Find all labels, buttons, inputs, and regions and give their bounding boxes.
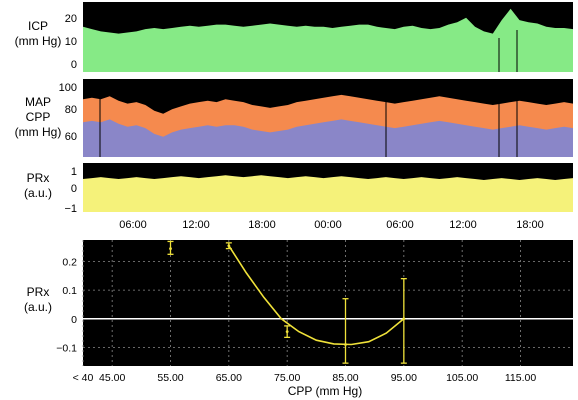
time-xtick: 18:00 xyxy=(248,219,276,231)
data-point xyxy=(285,330,289,334)
prx-time-ytick-minus1: −1 xyxy=(64,203,77,215)
prx-time-ylabel-line2: (a.u.) xyxy=(24,186,52,200)
prx-time-ytick-0: 0 xyxy=(71,183,77,195)
icp-ytick-20: 20 xyxy=(65,13,77,25)
map-cpp-ytick-80: 80 xyxy=(65,104,77,116)
data-point xyxy=(402,317,406,321)
map-cpp-ytick-100: 100 xyxy=(59,82,77,94)
prx-cpp-xlabel: CPP (mm Hg) xyxy=(288,384,362,398)
prx-area xyxy=(83,175,573,212)
prx-cpp-panel: < 40 45.00 55.00 65.00 75.00 85.00 95.00 105.00… xyxy=(24,240,573,398)
icp-ylabel-line1: ICP xyxy=(28,19,48,33)
cpp-xtick: 75.00 xyxy=(274,372,300,384)
data-point xyxy=(344,343,347,346)
cpp-xtick: 105.00 xyxy=(446,372,478,384)
cpp-xtick: 115.00 xyxy=(505,372,536,384)
map-cpp-ytick-60: 60 xyxy=(65,131,77,143)
map-cpp-ylabel-line1: MAP xyxy=(25,95,51,109)
prx-cpp-yticks: 0.2 0.1 0 −0.1 xyxy=(56,256,77,354)
cpp-xtick: 45.00 xyxy=(99,372,125,384)
prx-ytick: −0.1 xyxy=(56,342,77,354)
time-xtick: 06:00 xyxy=(386,219,414,231)
cpp-xtick: 85.00 xyxy=(332,372,358,384)
prx-ytick: 0.1 xyxy=(62,285,77,297)
cpp-xtick: < 40 xyxy=(73,372,94,384)
data-point xyxy=(169,247,172,250)
time-xtick: 00:00 xyxy=(314,219,342,231)
cpp-xtick: 95.00 xyxy=(391,372,417,384)
icp-panel: ICP (mm Hg) 20 10 0 xyxy=(15,2,573,73)
prx-ytick: 0 xyxy=(71,314,77,326)
prx-time-ylabel-line1: PRx xyxy=(27,171,50,185)
cpp-xtick: 65.00 xyxy=(216,372,242,384)
time-xtick: 12:00 xyxy=(449,219,477,231)
icp-ytick-0: 0 xyxy=(71,59,77,71)
icp-ylabel-line2: (mm Hg) xyxy=(15,34,62,48)
prx-time-ytick-1: 1 xyxy=(71,166,77,178)
time-xtick: 06:00 xyxy=(119,219,147,231)
data-point xyxy=(227,244,231,248)
prx-cpp-xticks: < 40 45.00 55.00 65.00 75.00 85.00 95.00 105.00… xyxy=(73,372,537,384)
chart-figure: ICP (mm Hg) 20 10 0 MAP CPP (mm Hg) 100 … xyxy=(15,2,573,398)
icp-ytick-10: 10 xyxy=(65,36,77,48)
map-cpp-ylabel-line3: (mm Hg) xyxy=(15,125,62,139)
prx-cpp-ylabel-line2: (a.u.) xyxy=(24,300,52,314)
map-cpp-panel: MAP CPP (mm Hg) 100 80 60 xyxy=(15,79,573,157)
cpp-xtick: 55.00 xyxy=(157,372,183,384)
map-cpp-ylabel-line2: CPP xyxy=(26,110,51,124)
time-xtick: 18:00 xyxy=(516,219,544,231)
prx-cpp-ylabel-line1: PRx xyxy=(27,285,50,299)
prx-ytick: 0.2 xyxy=(62,256,77,268)
prx-time-panel: PRx (a.u.) 1 0 −1 06:00 12:00 18:00 00:0… xyxy=(24,163,573,231)
time-xtick: 12:00 xyxy=(182,219,210,231)
